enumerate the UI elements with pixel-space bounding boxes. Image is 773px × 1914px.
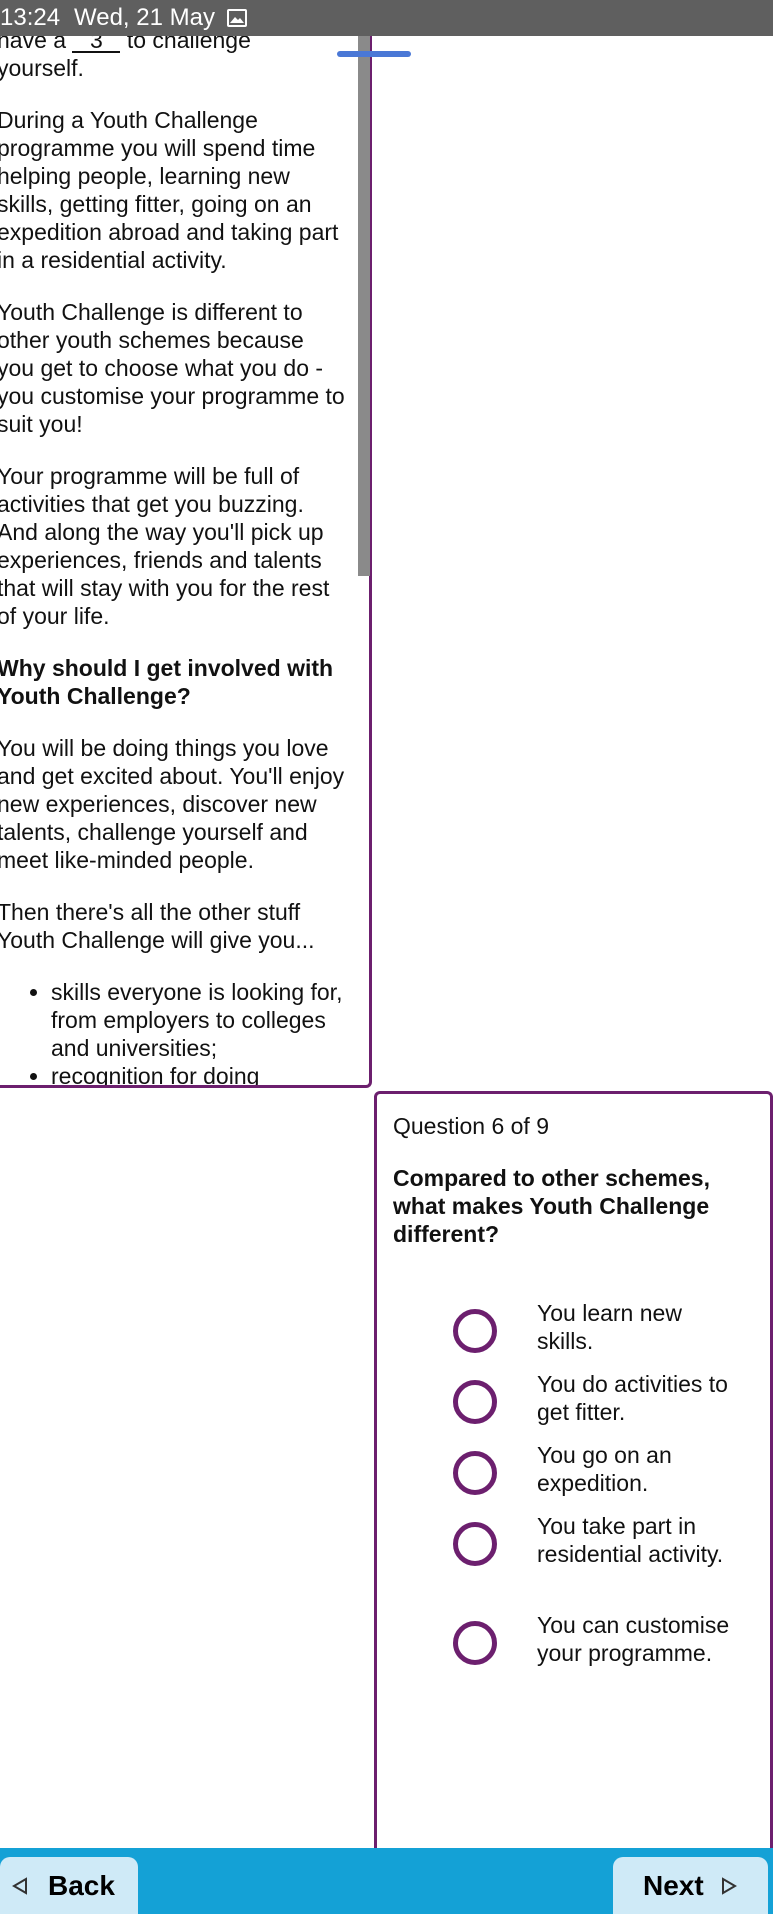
back-button[interactable]: Back bbox=[0, 1857, 138, 1914]
next-button[interactable]: Next bbox=[613, 1857, 768, 1914]
passage-text: have a 3 to challenge yourself. During a… bbox=[0, 36, 347, 1085]
question-counter: Question 6 of 9 bbox=[393, 1113, 549, 1139]
passage-line1-after: to challenge bbox=[126, 36, 251, 53]
next-arrow-icon bbox=[722, 1877, 737, 1895]
answer-option-label: You go on an expedition. bbox=[537, 1442, 672, 1496]
passage-panel[interactable]: have a 3 to challenge yourself. During a… bbox=[0, 36, 372, 1088]
question-text: Compared to other schemes, what makes Yo… bbox=[393, 1165, 710, 1247]
passage-paragraph-5: Then there's all the other stuff Youth C… bbox=[0, 899, 315, 953]
answer-blank: 3 bbox=[72, 36, 121, 53]
passage-heading: Why should I get involved with Youth Cha… bbox=[0, 655, 334, 709]
passage-bullet-list: skills everyone is looking for, from emp… bbox=[0, 978, 347, 1085]
passage-bullet: recognition for doing bbox=[51, 1062, 347, 1085]
radio-button[interactable] bbox=[453, 1380, 497, 1424]
answer-option-label: You learn new skills. bbox=[537, 1300, 682, 1354]
passage-paragraph-2: Youth Challenge is different to other yo… bbox=[0, 299, 345, 437]
radio-button[interactable] bbox=[453, 1309, 497, 1353]
passage-bullet: skills everyone is looking for, from emp… bbox=[51, 978, 347, 1062]
back-label: Back bbox=[48, 1870, 115, 1901]
passage-line2: yourself. bbox=[0, 55, 84, 81]
image-icon bbox=[227, 9, 247, 27]
passage-paragraph-3: Your programme will be full of activitie… bbox=[0, 463, 330, 629]
answer-option-label: You take part in residential activity. bbox=[537, 1513, 724, 1567]
answer-option-label: You can customise your programme. bbox=[537, 1612, 730, 1666]
status-time: 13:24 bbox=[0, 4, 61, 31]
answer-option-label: You do activities to get fitter. bbox=[537, 1371, 728, 1425]
passage-paragraph-4: You will be doing things you love and ge… bbox=[0, 735, 345, 873]
back-arrow-icon bbox=[12, 1877, 27, 1895]
radio-button[interactable] bbox=[453, 1451, 497, 1495]
drag-handle[interactable] bbox=[337, 51, 411, 57]
status-bar: 13:24 Wed, 21 May bbox=[0, 0, 773, 36]
radio-button[interactable] bbox=[453, 1621, 497, 1665]
passage-paragraph-1: During a Youth Challenge programme you w… bbox=[0, 107, 339, 273]
passage-scrollbar[interactable] bbox=[358, 36, 370, 576]
question-panel: Question 6 of 9 Compared to other scheme… bbox=[374, 1091, 773, 1871]
radio-button[interactable] bbox=[453, 1522, 497, 1566]
status-date: Wed, 21 May bbox=[74, 4, 215, 31]
next-label: Next bbox=[643, 1870, 704, 1901]
passage-line1-before: have a bbox=[0, 36, 67, 53]
